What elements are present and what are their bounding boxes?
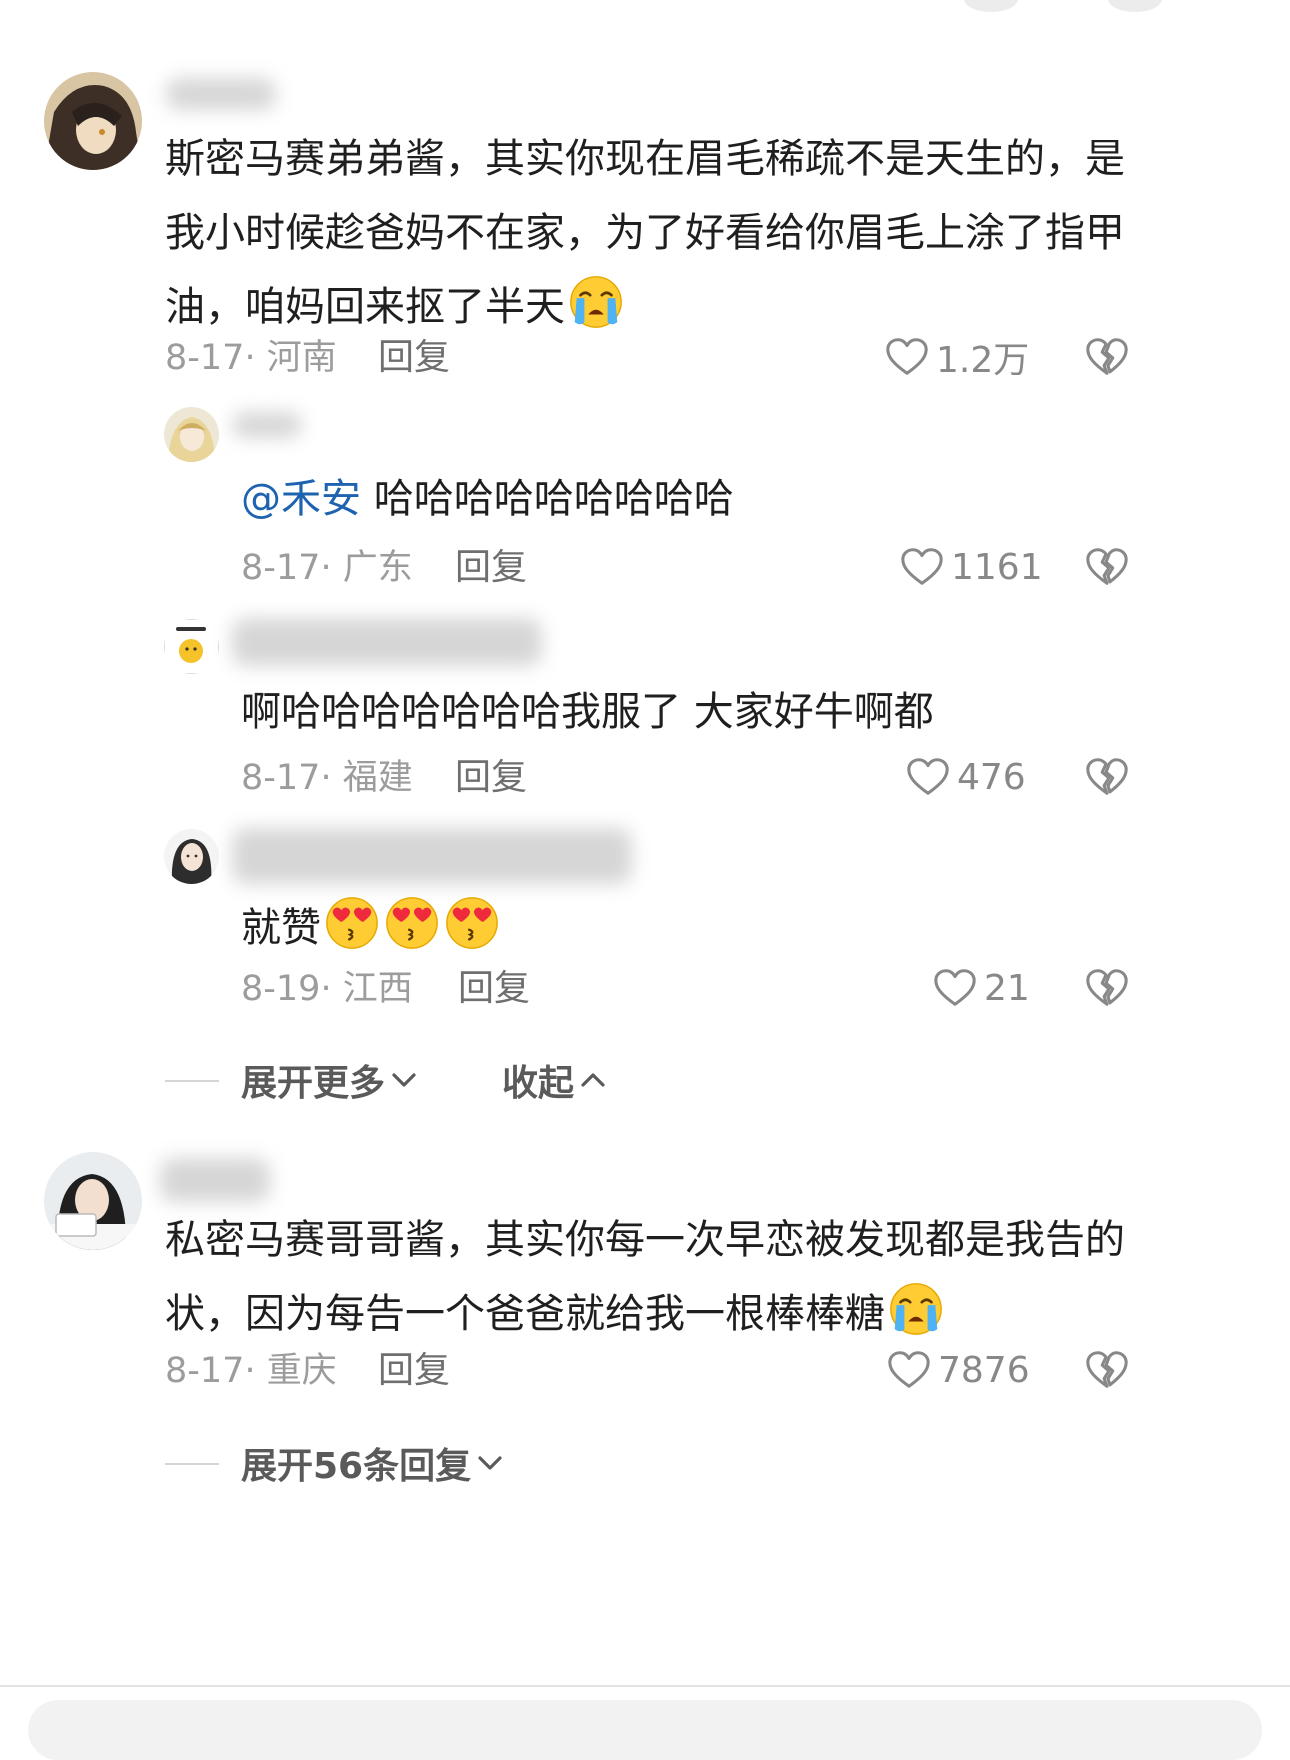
- reply-date: 8-17: [241, 548, 321, 588]
- avatar[interactable]: [164, 829, 219, 884]
- divider-line: [165, 1463, 219, 1465]
- username-blurred[interactable]: [232, 412, 302, 438]
- dislike-button[interactable]: [1084, 754, 1130, 800]
- reply-button[interactable]: 回复: [455, 756, 527, 800]
- like-button[interactable]: 1161: [899, 542, 1043, 592]
- username-blurred[interactable]: [232, 618, 542, 666]
- avatar[interactable]: [44, 72, 142, 170]
- reply-date: 8-17: [241, 758, 321, 798]
- bottom-divider: [0, 1685, 1290, 1687]
- broken-heart-icon: [1084, 1347, 1130, 1393]
- reply-text: @禾安· 哈哈哈哈哈哈哈哈哈: [241, 476, 734, 522]
- reply-date: 8-19: [241, 969, 321, 1009]
- heart-icon: [886, 1347, 932, 1393]
- comment-text: 私密马赛哥哥酱，其实你每一次早恋被发现都是我告的状，因为每告一个爸爸就给我一根棒…: [165, 1217, 1125, 1337]
- chevron-down-icon: [389, 1065, 419, 1095]
- username-blurred[interactable]: [166, 78, 276, 110]
- dislike-button[interactable]: [1084, 334, 1130, 380]
- heart-icon: [884, 334, 930, 380]
- reply-button[interactable]: 回复: [378, 336, 450, 380]
- reply-meta: 8-17· 福建: [241, 758, 413, 798]
- avatar[interactable]: [164, 619, 219, 674]
- comment-text: 斯密马赛弟弟酱，其实你现在眉毛稀疏不是天生的，是我小时候趁爸妈不在家，为了好看给…: [165, 136, 1125, 330]
- loudly-crying-face-icon: [567, 272, 625, 330]
- broken-heart-icon: [1084, 754, 1130, 800]
- dislike-button[interactable]: [1084, 1347, 1130, 1393]
- heart-eyes-face-icon: [443, 893, 501, 951]
- reply-text: 就赞: [241, 893, 501, 955]
- comment-date: 8-17: [165, 338, 245, 378]
- username-blurred[interactable]: [160, 1158, 270, 1202]
- reply-meta: 8-17· 广东: [241, 548, 413, 588]
- like-count: 7876: [938, 1349, 1030, 1391]
- comment-meta: 8-17· 河南: [165, 338, 337, 378]
- dislike-button[interactable]: [1084, 965, 1130, 1011]
- expand-more-button[interactable]: 展开更多: [241, 1058, 419, 1104]
- comment-input-bar[interactable]: [28, 1700, 1262, 1760]
- dislike-button[interactable]: [1084, 544, 1130, 590]
- like-count: 21: [984, 967, 1030, 1009]
- like-count: 476: [957, 756, 1026, 798]
- partial-button-icon: [964, 0, 1018, 12]
- comment-date: 8-17: [165, 1351, 245, 1391]
- mention-link[interactable]: @禾安: [241, 476, 361, 522]
- broken-heart-icon: [1084, 965, 1130, 1011]
- comment-meta: 8-17· 重庆: [165, 1351, 337, 1391]
- reply-region: 江西: [342, 969, 413, 1009]
- chevron-down-icon: [475, 1448, 505, 1478]
- reply-button[interactable]: 回复: [458, 967, 530, 1011]
- broken-heart-icon: [1084, 544, 1130, 590]
- like-button[interactable]: 7876: [886, 1345, 1030, 1395]
- comment-region: 河南: [266, 338, 337, 378]
- partial-button-icon: [1108, 0, 1162, 12]
- reply-button[interactable]: 回复: [455, 546, 527, 590]
- reply-text: 啊哈哈哈哈哈哈哈我服了 大家好牛啊都: [241, 689, 934, 735]
- like-count: 1161: [951, 546, 1043, 588]
- comment-region: 重庆: [266, 1351, 337, 1391]
- loudly-crying-face-icon: [887, 1279, 945, 1337]
- reply-region: 福建: [342, 758, 413, 798]
- expand-replies-button[interactable]: 展开56条回复: [241, 1441, 505, 1487]
- heart-eyes-face-icon: [323, 893, 381, 951]
- username-blurred[interactable]: [232, 828, 632, 884]
- avatar[interactable]: [164, 407, 219, 462]
- collapse-button[interactable]: 收起: [502, 1058, 608, 1104]
- like-button[interactable]: 476: [905, 752, 1026, 802]
- broken-heart-icon: [1084, 334, 1130, 380]
- reply-meta: 8-19· 江西: [241, 969, 413, 1009]
- like-button[interactable]: 21: [932, 963, 1030, 1013]
- heart-icon: [932, 965, 978, 1011]
- divider-line: [165, 1080, 219, 1082]
- reply-region: 广东: [342, 548, 413, 588]
- avatar[interactable]: [44, 1152, 142, 1250]
- chevron-up-icon: [578, 1065, 608, 1095]
- like-button[interactable]: 1.2万: [884, 332, 1029, 382]
- heart-eyes-face-icon: [383, 893, 441, 951]
- reply-button[interactable]: 回复: [378, 1349, 450, 1393]
- heart-icon: [905, 754, 951, 800]
- like-count: 1.2万: [936, 340, 1030, 381]
- heart-icon: [899, 544, 945, 590]
